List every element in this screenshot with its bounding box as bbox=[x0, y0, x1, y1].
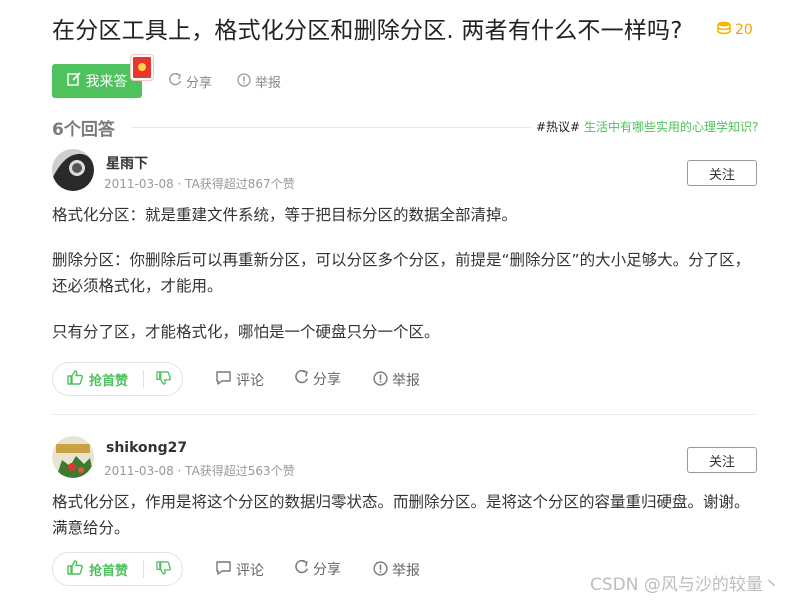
comment-label: 评论 bbox=[236, 373, 264, 389]
thumb-down-icon bbox=[155, 560, 171, 579]
user-name[interactable]: 星雨下 bbox=[106, 153, 148, 173]
answer-button[interactable]: 我来答 bbox=[52, 64, 142, 98]
report-button[interactable]: 举报 bbox=[237, 72, 281, 91]
vote-box: 抢首赞 bbox=[52, 362, 183, 396]
avatar[interactable] bbox=[52, 149, 94, 191]
edit-icon bbox=[66, 72, 81, 90]
answer-paragraph: 格式化分区：就是重建文件系统，等于把目标分区的数据全部清掉。 bbox=[52, 206, 518, 224]
vote-box: 抢首赞 bbox=[52, 552, 183, 586]
hot-topic-link[interactable]: 生活中有哪些实用的心理学知识? bbox=[580, 120, 758, 134]
answer-meta: 2011-03-08 · TA获得超过867个赞 bbox=[104, 177, 295, 191]
upvote-button[interactable]: 抢首赞 bbox=[53, 559, 143, 579]
bounty-badge: 20 bbox=[716, 21, 753, 39]
upvote-label: 抢首赞 bbox=[89, 373, 129, 389]
answer-report-button[interactable]: 举报 bbox=[373, 370, 420, 390]
downvote-button[interactable] bbox=[144, 560, 182, 579]
answer-share-button[interactable]: 分享 bbox=[294, 559, 341, 579]
answer-divider bbox=[52, 414, 757, 415]
follow-button[interactable]: 关注 bbox=[687, 447, 757, 473]
thumb-up-icon bbox=[67, 559, 83, 579]
report-icon bbox=[373, 370, 388, 390]
answer-paragraph: 格式化分区，作用是将这个分区的数据归零状态。而删除分区。是将这个分区的容量重归硬… bbox=[52, 493, 750, 537]
share-label: 分享 bbox=[186, 76, 213, 91]
thumb-down-icon bbox=[155, 370, 171, 389]
report-icon bbox=[237, 72, 251, 91]
watermark: CSDN @风与沙的较量丶 bbox=[590, 575, 780, 595]
coin-icon bbox=[716, 20, 732, 40]
hot-prefix: #热议# bbox=[536, 120, 581, 134]
header-divider bbox=[131, 127, 531, 128]
hot-topic[interactable]: #热议# 生活中有哪些实用的心理学知识? bbox=[536, 118, 758, 135]
upvote-button[interactable]: 抢首赞 bbox=[53, 369, 143, 389]
comment-label: 评论 bbox=[236, 563, 264, 579]
share-label: 分享 bbox=[313, 562, 341, 578]
follow-button[interactable]: 关注 bbox=[687, 160, 757, 186]
upvote-label: 抢首赞 bbox=[89, 563, 129, 579]
answer-meta: 2011-03-08 · TA获得超过563个赞 bbox=[104, 464, 295, 478]
report-icon bbox=[373, 560, 388, 580]
comment-button[interactable]: 评论 bbox=[215, 370, 264, 390]
answer-share-button[interactable]: 分享 bbox=[294, 369, 341, 389]
comment-button[interactable]: 评论 bbox=[215, 560, 264, 580]
avatar[interactable] bbox=[52, 436, 94, 478]
answer-paragraph: 只有分了区，才能格式化，哪怕是一个硬盘只分一个区。 bbox=[52, 323, 440, 341]
user-name[interactable]: shikong27 bbox=[106, 440, 187, 456]
report-label: 举报 bbox=[255, 76, 282, 91]
share-icon bbox=[294, 559, 309, 579]
comment-icon bbox=[215, 370, 232, 390]
share-button[interactable]: 分享 bbox=[168, 72, 212, 91]
answer-report-button[interactable]: 举报 bbox=[373, 560, 420, 580]
answer-count: 6个回答 bbox=[52, 120, 115, 140]
share-label: 分享 bbox=[313, 372, 341, 388]
bounty-amount: 20 bbox=[735, 22, 753, 38]
share-icon bbox=[168, 72, 182, 91]
question-title: 在分区工具上，格式化分区和删除分区. 两者有什么不一样吗? bbox=[52, 18, 683, 44]
red-packet-icon[interactable] bbox=[131, 55, 153, 80]
downvote-button[interactable] bbox=[144, 370, 182, 389]
report-label: 举报 bbox=[392, 563, 420, 579]
share-icon bbox=[294, 369, 309, 389]
report-label: 举报 bbox=[392, 373, 420, 389]
answer-button-label: 我来答 bbox=[85, 74, 128, 90]
thumb-up-icon bbox=[67, 369, 83, 389]
comment-icon bbox=[215, 560, 232, 580]
answer-paragraph: 删除分区：你删除后可以再重新分区，可以分区多个分区，前提是“删除分区”的大小足够… bbox=[52, 251, 751, 295]
